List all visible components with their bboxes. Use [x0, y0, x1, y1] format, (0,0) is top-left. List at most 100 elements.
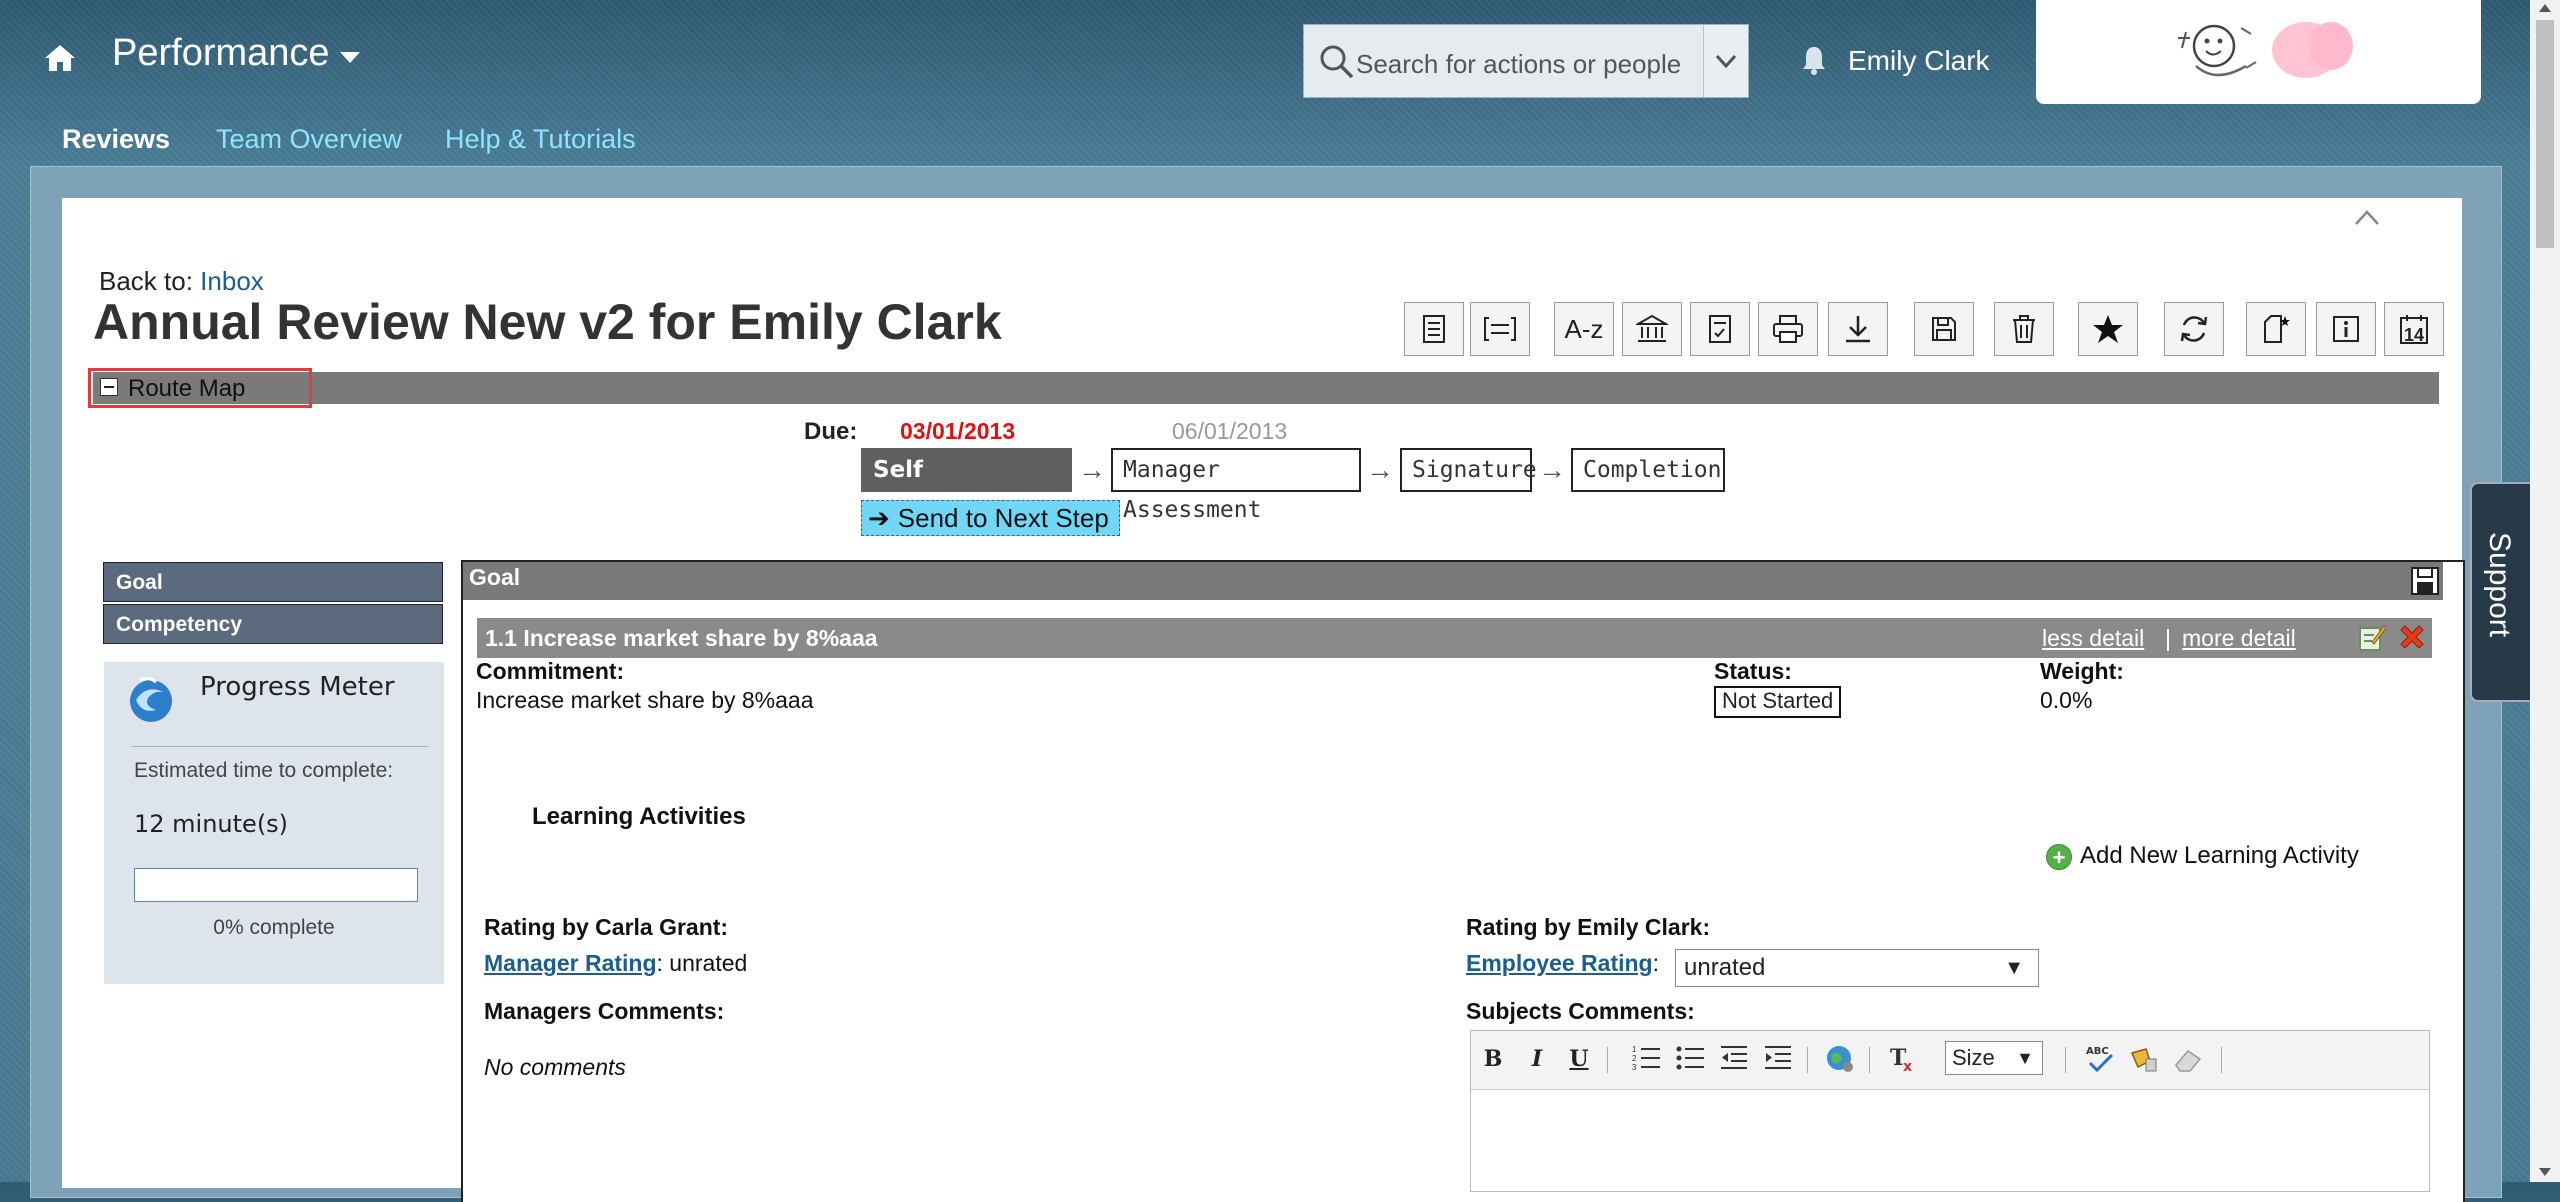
weight-label: Weight:	[2040, 658, 2124, 684]
italic-icon[interactable]: I	[1523, 1043, 1551, 1075]
paste-icon[interactable]	[2127, 1043, 2161, 1075]
calendar-icon[interactable]: 14	[2384, 302, 2444, 356]
arrow-right-icon: →	[1078, 454, 1106, 485]
separator: |	[2165, 625, 2171, 651]
scroll-down-icon[interactable]	[2539, 1168, 2551, 1176]
chevron-down-icon[interactable]	[340, 52, 360, 63]
step-self-assessment: Self Assessment	[861, 448, 1072, 523]
manager-rating-link[interactable]: Manager Rating	[484, 950, 657, 976]
download-icon[interactable]	[1828, 302, 1888, 356]
svg-text:2: 2	[1632, 1054, 1637, 1063]
list-icon[interactable]	[1404, 302, 1464, 356]
info-icon[interactable]	[2316, 302, 2376, 356]
more-detail-link[interactable]: more detail	[2182, 625, 2296, 652]
app-title[interactable]: Performance	[112, 32, 330, 75]
spellcheck-icon[interactable]: ABC	[2083, 1043, 2117, 1075]
numbered-list-icon[interactable]: 123	[1629, 1043, 1663, 1075]
less-detail-link[interactable]: less detail	[2042, 625, 2144, 652]
goal-section-title: Goal	[469, 564, 521, 590]
employee-rating-select[interactable]: unrated ▼	[1675, 949, 2039, 987]
user-menu[interactable]: Emily Clark	[1848, 45, 1990, 77]
goal-item-header: 1.1 Increase market share by 8%aaa less …	[477, 618, 2432, 658]
subjects-comments-editor[interactable]: B I U 123 Tx Size ▼ ABC	[1470, 1030, 2430, 1192]
bell-icon[interactable]	[1801, 45, 1827, 75]
inbox-link[interactable]: Inbox	[200, 266, 264, 296]
divider	[132, 746, 428, 747]
tab-team-overview[interactable]: Team Overview	[216, 124, 402, 155]
search-input[interactable]: Search for actions or people	[1303, 24, 1749, 98]
refresh-icon[interactable]	[2164, 302, 2224, 356]
managers-comments-value: No comments	[484, 1054, 626, 1080]
employee-rating-by: Rating by Emily Clark:	[1466, 914, 1711, 940]
eraser-icon[interactable]	[2171, 1043, 2205, 1075]
logo-drawing	[2178, 22, 2353, 78]
colon: :	[1652, 950, 1659, 976]
sidebar-item-competency[interactable]: Competency	[103, 604, 443, 644]
manager-rating-by: Rating by Carla Grant:	[484, 914, 729, 940]
search-icon	[1320, 45, 1354, 79]
arrow-right-icon: →	[1538, 454, 1566, 485]
divider	[2221, 1047, 2222, 1073]
step-completion: Completion	[1571, 448, 1725, 492]
manager-rating-value: : unrated	[656, 950, 748, 976]
clear-format-icon[interactable]: Tx	[1887, 1043, 1921, 1075]
learning-activities-title: Learning Activities	[532, 803, 746, 830]
estimate-label: Estimated time to complete:	[134, 759, 394, 782]
svg-text:x: x	[1903, 1059, 1912, 1073]
subjects-comments-label: Subjects Comments:	[1466, 998, 1695, 1024]
calendar-day: 14	[2403, 324, 2425, 345]
add-learning-activity-link[interactable]: + Add New Learning Activity	[2046, 842, 2359, 870]
divider	[1607, 1047, 1608, 1073]
edit-icon[interactable]	[2358, 622, 2386, 652]
dropdown-arrow-icon: ▼	[2004, 957, 2024, 979]
arrow-right-icon: ➔	[868, 503, 890, 533]
new-doc-icon[interactable]	[2246, 302, 2306, 356]
divider	[1807, 1047, 1808, 1073]
bank-icon[interactable]	[1622, 302, 1682, 356]
goal-item-title: 1.1 Increase market share by 8%aaa	[485, 625, 878, 651]
underline-icon[interactable]: U	[1565, 1043, 1593, 1075]
editor-toolbar: B I U 123 Tx Size ▼ ABC	[1471, 1031, 2429, 1090]
due-date-next: 06/01/2013	[1172, 418, 1288, 444]
checklist-icon[interactable]	[1690, 302, 1750, 356]
sidebar-item-goal[interactable]: Goal	[103, 562, 443, 602]
due-date-current: 03/01/2013	[900, 418, 1016, 444]
step-signature: Signature	[1400, 448, 1537, 492]
progress-percent: 0% complete	[213, 916, 335, 939]
font-size-label: Size	[1952, 1045, 1995, 1070]
chevron-up-icon[interactable]	[2354, 208, 2380, 226]
save-icon[interactable]	[2410, 566, 2440, 596]
divider	[2065, 1047, 2066, 1073]
indent-icon[interactable]	[1761, 1043, 1795, 1075]
bold-icon[interactable]: B	[1479, 1043, 1507, 1075]
page-title: Annual Review New v2 for Emily Clark	[93, 294, 1002, 350]
trash-icon[interactable]	[1994, 302, 2054, 356]
tab-reviews[interactable]: Reviews	[62, 124, 170, 155]
bullet-list-icon[interactable]	[1673, 1043, 1707, 1075]
home-icon[interactable]	[42, 42, 78, 74]
send-to-next-step-button[interactable]: ➔ Send to Next Step	[861, 500, 1120, 536]
globe-link-icon[interactable]	[1823, 1043, 1857, 1075]
select-value: unrated	[1684, 954, 1766, 981]
font-size-select[interactable]: Size ▼	[1945, 1041, 2043, 1075]
scrollbar-thumb[interactable]	[2536, 20, 2554, 248]
tab-help-tutorials[interactable]: Help & Tutorials	[445, 124, 636, 155]
company-logo	[2036, 0, 2481, 104]
divider	[1869, 1047, 1870, 1073]
employee-rating-link[interactable]: Employee Rating	[1466, 950, 1653, 976]
search-dropdown-button[interactable]	[1703, 25, 1748, 97]
support-label: Support	[2483, 532, 2516, 638]
delete-icon[interactable]	[2397, 622, 2427, 652]
star-icon[interactable]	[2078, 302, 2138, 356]
outdent-icon[interactable]	[1717, 1043, 1751, 1075]
scroll-up-icon[interactable]	[2539, 4, 2551, 12]
chevron-down-icon	[1715, 54, 1737, 69]
sort-az-icon[interactable]: A-z	[1554, 302, 1614, 356]
print-icon[interactable]	[1758, 302, 1818, 356]
search-placeholder: Search for actions or people	[1356, 49, 1682, 79]
save-icon[interactable]	[1914, 302, 1974, 356]
commitment-label: Commitment:	[476, 658, 625, 684]
bracket-list-icon[interactable]	[1470, 302, 1530, 356]
route-map-highlight	[88, 368, 312, 408]
svg-text:1: 1	[1632, 1045, 1637, 1054]
